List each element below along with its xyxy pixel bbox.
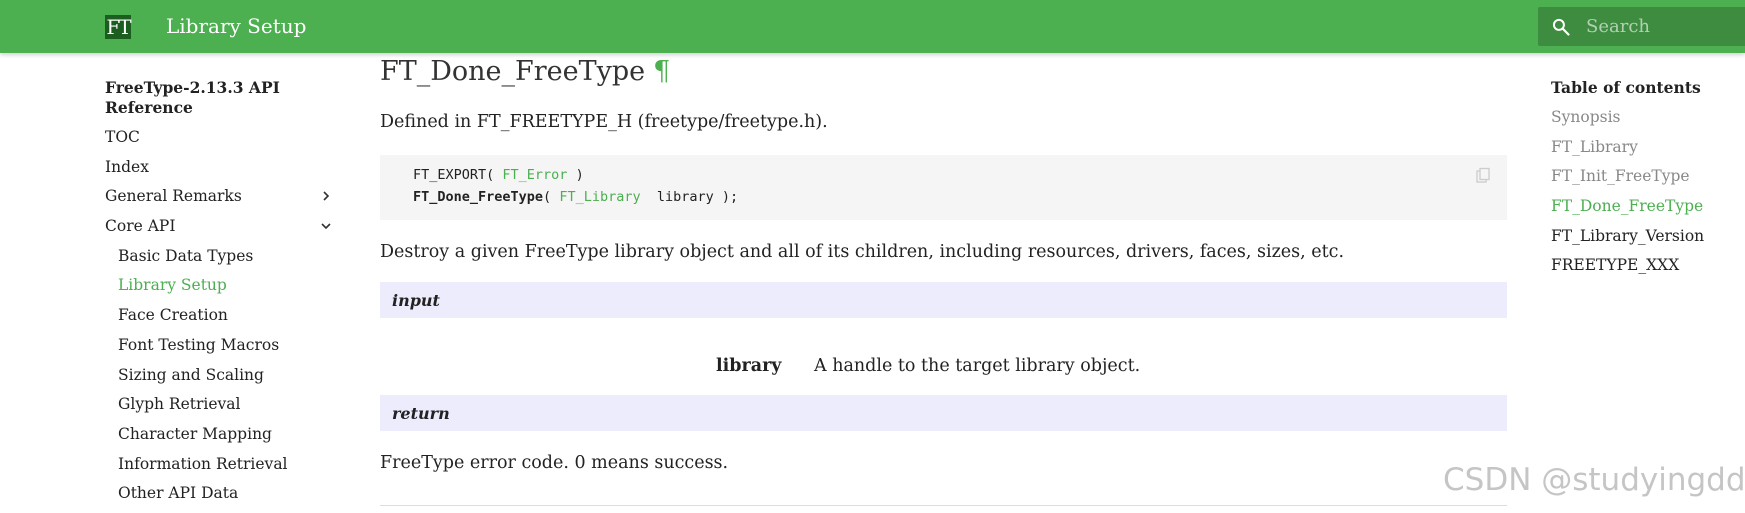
sidebar-item-label: General Remarks bbox=[105, 187, 242, 206]
code-text: library ); bbox=[640, 189, 739, 205]
sidebar-item-label: Character Mapping bbox=[118, 424, 272, 443]
code-function-name: FT_Done_FreeType bbox=[413, 189, 544, 205]
code-line: FT_EXPORT( FT_Error ) bbox=[413, 167, 584, 183]
sidebar-item-font-testing-macros[interactable]: Font Testing Macros bbox=[105, 335, 335, 365]
return-section-label: return bbox=[392, 404, 450, 423]
toc-item-freetype-xxx[interactable]: FREETYPE_XXX bbox=[1551, 255, 1741, 285]
sidebar-item-sizing-and-scaling[interactable]: Sizing and Scaling bbox=[105, 365, 335, 395]
function-description: Destroy a given FreeType library object … bbox=[380, 242, 1345, 262]
toc-item-ft-library[interactable]: FT_Library bbox=[1551, 137, 1741, 167]
search-box[interactable] bbox=[1538, 7, 1745, 46]
sidebar-item-library-setup[interactable]: Library Setup bbox=[105, 275, 335, 305]
sidebar-item-general-remarks[interactable]: General Remarks bbox=[105, 186, 335, 216]
sidebar-item-glyph-retrieval[interactable]: Glyph Retrieval bbox=[105, 394, 335, 424]
param-name: library bbox=[716, 356, 782, 376]
sidebar-item-other-api-data[interactable]: Other API Data bbox=[105, 483, 335, 513]
permalink-anchor[interactable]: ¶ bbox=[653, 56, 670, 87]
sidebar-item-label: Face Creation bbox=[118, 306, 228, 325]
code-type-link[interactable]: FT_Library bbox=[559, 189, 640, 205]
sidebar-item-label: TOC bbox=[105, 128, 140, 146]
copy-icon[interactable] bbox=[1475, 167, 1493, 185]
sidebar-item-label: Glyph Retrieval bbox=[118, 395, 241, 414]
return-section-header: return bbox=[380, 395, 1507, 431]
code-block: FT_EXPORT( FT_Error ) FT_Done_FreeType( … bbox=[380, 155, 1507, 220]
header-title: Library Setup bbox=[166, 14, 307, 38]
search-icon[interactable] bbox=[1551, 17, 1571, 37]
page-title-text: FT_Done_FreeType bbox=[380, 56, 646, 87]
search-input[interactable] bbox=[1586, 15, 1736, 37]
sidebar-item-label: Index bbox=[105, 157, 149, 176]
watermark: CSDN @studyingdda bbox=[1443, 462, 1745, 498]
sidebar-item-toc[interactable]: TOC bbox=[105, 127, 335, 157]
return-description: FreeType error code. 0 means success. bbox=[380, 453, 729, 473]
toc-item-ft-init-freetype[interactable]: FT_Init_FreeType bbox=[1551, 166, 1741, 196]
sidebar-item-label: Sizing and Scaling bbox=[118, 365, 264, 384]
sidebar-item-index[interactable]: Index bbox=[105, 157, 335, 187]
toc-title: Table of contents bbox=[1551, 78, 1701, 97]
chevron-right-icon[interactable] bbox=[320, 190, 332, 202]
defined-in-text: Defined in FT_FREETYPE_H (freetype/freet… bbox=[380, 112, 828, 132]
sidebar-item-label: Other API Data bbox=[118, 484, 239, 503]
sidebar-item-label: Basic Data Types bbox=[118, 246, 254, 265]
sidebar-item-label: Library Setup bbox=[118, 276, 227, 295]
sidebar-item-character-mapping[interactable]: Character Mapping bbox=[105, 424, 335, 454]
toc-item-ft-library-version[interactable]: FT_Library_Version bbox=[1551, 226, 1741, 256]
code-type-link[interactable]: FT_Error bbox=[502, 167, 567, 183]
input-section-label: input bbox=[392, 291, 440, 310]
sidebar-item-label: Core API bbox=[105, 217, 176, 236]
divider bbox=[380, 505, 1507, 506]
param-description: A handle to the target library object. bbox=[814, 356, 1141, 376]
code-text: ( bbox=[543, 189, 560, 205]
sidebar-item-label: Font Testing Macros bbox=[118, 335, 280, 354]
code-text: ) bbox=[567, 167, 584, 183]
code-text: FT_EXPORT( bbox=[413, 167, 503, 183]
sidebar-heading[interactable]: FreeType-2.13.3 API Reference bbox=[105, 78, 325, 118]
left-sidebar-nav: FreeType-2.13.3 API Reference TOC Index … bbox=[105, 78, 335, 513]
top-header: FT Library Setup bbox=[0, 0, 1745, 53]
sidebar-item-basic-data-types[interactable]: Basic Data Types bbox=[105, 246, 335, 276]
page-title: FT_Done_FreeType ¶ bbox=[380, 56, 670, 87]
sidebar-item-core-api[interactable]: Core API bbox=[105, 216, 335, 246]
code-line: FT_Done_FreeType( FT_Library library ); bbox=[413, 189, 738, 205]
sidebar-item-information-retrieval[interactable]: Information Retrieval bbox=[105, 454, 335, 484]
table-of-contents: Table of contents Synopsis FT_Library FT… bbox=[1551, 78, 1741, 285]
freetype-logo[interactable]: FT bbox=[105, 15, 132, 39]
chevron-down-icon[interactable] bbox=[320, 220, 332, 232]
toc-item-synopsis[interactable]: Synopsis bbox=[1551, 107, 1741, 137]
toc-item-ft-done-freetype[interactable]: FT_Done_FreeType bbox=[1551, 196, 1741, 226]
sidebar-item-face-creation[interactable]: Face Creation bbox=[105, 305, 335, 335]
sidebar-item-label: Information Retrieval bbox=[118, 454, 288, 473]
input-section-header: input bbox=[380, 282, 1507, 318]
